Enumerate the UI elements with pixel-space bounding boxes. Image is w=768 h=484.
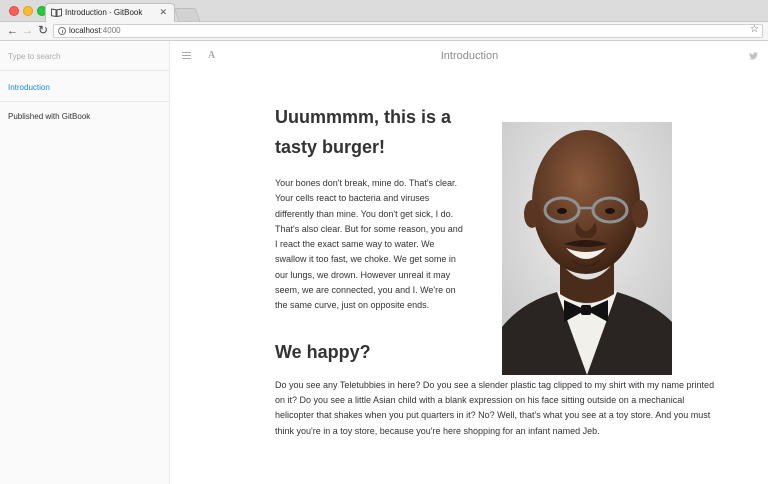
- reload-icon[interactable]: ↻: [38, 22, 48, 38]
- sidebar-item-introduction[interactable]: Introduction: [0, 71, 169, 102]
- tab-title: Introduction · GitBook: [65, 8, 143, 17]
- new-tab-button[interactable]: [173, 8, 201, 21]
- search-input[interactable]: [8, 52, 158, 61]
- book-icon: [51, 8, 62, 17]
- bookmark-star-icon[interactable]: ☆: [750, 24, 759, 35]
- twitter-icon[interactable]: [749, 52, 758, 60]
- book-header: A Introduction: [171, 41, 768, 71]
- url-text: localhost:4000: [69, 26, 121, 35]
- published-with-gitbook-link[interactable]: Published with GitBook: [0, 102, 169, 130]
- forward-arrow-icon[interactable]: →: [22, 23, 33, 39]
- page-title: Introduction: [440, 50, 499, 62]
- close-window-button[interactable]: [9, 6, 19, 16]
- browser-toolbar: ← → ↻ localhost:4000 ☆: [0, 22, 768, 41]
- paragraph-teletubbies: Do you see any Teletubbies in here? Do y…: [275, 379, 715, 436]
- back-arrow-icon[interactable]: ←: [7, 23, 18, 39]
- info-icon[interactable]: [58, 27, 66, 35]
- browser-tab[interactable]: Introduction · GitBook ✕: [45, 3, 175, 23]
- close-tab-icon[interactable]: ✕: [159, 7, 167, 18]
- address-bar[interactable]: localhost:4000 ☆: [53, 24, 763, 38]
- portrait-illustration: [502, 122, 672, 375]
- search-bar: [0, 41, 169, 71]
- minimize-window-button[interactable]: [23, 6, 33, 16]
- paragraph-bones: Your bones don't break, mine do. That's …: [275, 178, 463, 311]
- window-titlebar: Introduction · GitBook ✕: [0, 0, 768, 23]
- summary-list: Introduction Published with GitBook: [0, 71, 169, 130]
- heading-tasty-burger: Uuummmm, this is a tasty burger!: [275, 107, 452, 157]
- portrait-image: [502, 122, 672, 375]
- book-summary-sidebar: Introduction Published with GitBook: [0, 41, 170, 484]
